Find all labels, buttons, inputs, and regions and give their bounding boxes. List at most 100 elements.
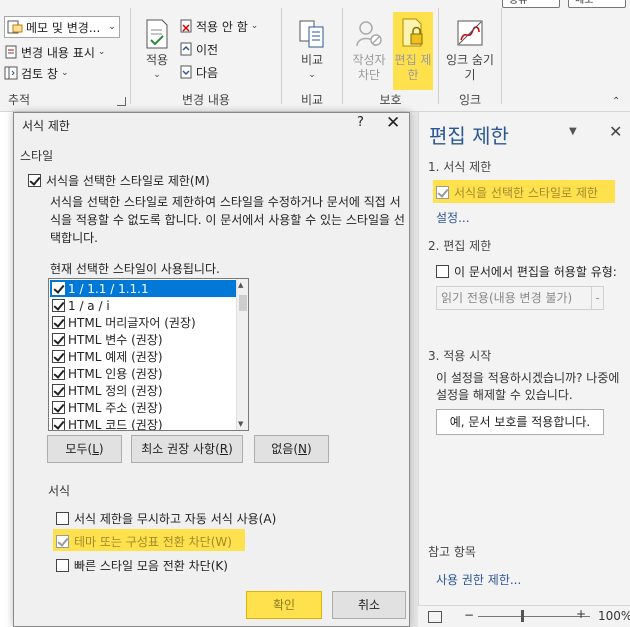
- chevron-down-icon: ⌄: [108, 22, 116, 32]
- markup-display-combo[interactable]: 메모 및 변경... ⌄: [4, 16, 120, 38]
- block-quick-style-checkbox[interactable]: 빠른 스타일 모음 전환 차단(K): [56, 557, 228, 574]
- show-markup-button[interactable]: 변경 내용 표시 ⌄: [4, 42, 105, 62]
- reject-button[interactable]: 적용 안 함 ⌄: [179, 16, 258, 36]
- recommended-minimum-button[interactable]: 최소 권장 사항(R): [131, 435, 243, 463]
- scroll-thumb[interactable]: [239, 295, 247, 311]
- style-name: HTML 주소 (권장): [68, 401, 163, 415]
- dialog-title: 서식 제한: [22, 119, 70, 133]
- restrict-editing-pane: 편집 제한 ▼ ✕ 1. 서식 제한 서식을 선택한 스타일로 제한 설정...…: [418, 112, 630, 605]
- dialog-launcher-icon[interactable]: [117, 97, 126, 106]
- pane-section-formatting: 1. 서식 제한: [428, 160, 492, 174]
- all-button-label: 모두: [65, 442, 88, 456]
- style-name: HTML 인용 (권장): [68, 367, 163, 381]
- close-icon[interactable]: ✕: [386, 113, 400, 133]
- checkbox-checked-icon: [436, 186, 449, 199]
- restrict-permission-link[interactable]: 사용 권한 제한...: [436, 571, 521, 588]
- chevron-down-icon: ⌄: [97, 47, 106, 57]
- style-name: HTML 정의 (권장): [68, 384, 163, 398]
- limit-formatting-checkbox[interactable]: 서식을 선택한 스타일로 제한(M): [28, 172, 210, 189]
- pane-title: 편집 제한: [429, 124, 509, 148]
- block-theme-switch-label: 테마 또는 구성표 전환 차단(W): [74, 535, 232, 549]
- compare-button[interactable]: 비교 ⌄: [290, 14, 334, 83]
- settings-link[interactable]: 설정...: [436, 209, 470, 226]
- styles-scrollbar[interactable]: ▲ ▼: [236, 279, 248, 430]
- restrict-editing-label: 편집 제한: [394, 53, 432, 82]
- review-pane-icon: [4, 66, 18, 80]
- block-authors-label: 작성자 차단: [352, 53, 386, 82]
- style-list-item[interactable]: 1 / a / i: [50, 297, 236, 314]
- zoom-out-button[interactable]: −: [464, 608, 474, 622]
- style-name: HTML 코드 (권장): [68, 418, 163, 431]
- changes-group: 적용 ⌄ 적용 안 함 ⌄ 이전 다음 변경 내용: [131, 0, 281, 111]
- close-icon[interactable]: ✕: [609, 122, 622, 141]
- restrict-editing-button[interactable]: 편집 제한: [393, 12, 433, 90]
- allow-editing-checkbox[interactable]: 이 문서에서 편집을 허용할 유형:: [436, 263, 617, 280]
- chevron-down-icon: -: [591, 287, 603, 309]
- hide-ink-button[interactable]: 잉크 숨기기: [445, 14, 495, 83]
- style-list-item[interactable]: HTML 변수 (권장): [50, 331, 236, 348]
- focus-mode-icon[interactable]: [428, 611, 442, 623]
- show-markup-label: 변경 내용 표시: [21, 45, 95, 60]
- pane-options-icon[interactable]: ▼: [569, 126, 577, 137]
- reject-icon: [180, 19, 192, 33]
- style-name: 1 / a / i: [68, 298, 110, 313]
- block-authors-button[interactable]: 작성자 차단: [347, 14, 391, 83]
- compare-group-label: 비교: [300, 93, 324, 107]
- changes-group-label: 변경 내용: [182, 93, 230, 107]
- editing-type-select[interactable]: 읽기 전용(내용 변경 불가) -: [436, 286, 604, 310]
- styles-sublabel: 현재 선택한 스타일이 사용됩니다.: [50, 262, 220, 276]
- restrict-editing-icon: [402, 18, 423, 47]
- none-button[interactable]: 없음(N): [254, 435, 329, 463]
- protect-group: 작성자 차단 편집 제한 보호: [343, 0, 438, 111]
- zoom-level[interactable]: 100%: [598, 609, 630, 623]
- hide-ink-label: 잉크 숨기기: [446, 53, 494, 82]
- styles-listbox[interactable]: 1 / 1.1 / 1.1.1 1 / a / i HTML 머리글자어 (권장…: [48, 278, 249, 431]
- style-list-item[interactable]: 1 / 1.1 / 1.1.1: [50, 280, 236, 297]
- start-description-line: 설정을 해제할 수 있습니다.: [436, 388, 573, 402]
- style-list-item[interactable]: HTML 예제 (권장): [50, 348, 236, 365]
- start-description-line: 이 설정을 적용하시겠습니까? 나중에: [436, 371, 620, 385]
- share-button[interactable]: 공유: [502, 0, 560, 8]
- style-list-item[interactable]: HTML 주소 (권장): [50, 399, 236, 416]
- accept-icon: [146, 19, 168, 49]
- cancel-button[interactable]: 취소: [332, 591, 406, 619]
- scroll-down-icon[interactable]: ▼: [238, 420, 243, 428]
- pane-section-editing: 2. 편집 제한: [428, 239, 492, 253]
- style-name: 1 / 1.1 / 1.1.1: [68, 281, 149, 296]
- style-list-item[interactable]: HTML 머리글자어 (권장): [50, 314, 236, 331]
- block-theme-switch-checkbox[interactable]: 테마 또는 구성표 전환 차단(W): [56, 533, 232, 550]
- accept-button[interactable]: 적용 ⌄: [135, 14, 179, 83]
- pane-section-start: 3. 적용 시작: [428, 349, 492, 363]
- style-list-item[interactable]: HTML 코드 (권장): [50, 416, 236, 431]
- help-icon[interactable]: ?: [357, 115, 364, 130]
- allow-editing-label: 이 문서에서 편집을 허용할 유형:: [454, 265, 617, 279]
- formatting-restrictions-dialog: 서식 제한 ? ✕ 스타일 서식을 선택한 스타일로 제한(M) 서식을 선택한…: [13, 112, 410, 627]
- apply-protection-button[interactable]: 예, 문서 보호를 적용합니다.: [436, 409, 604, 435]
- next-label: 다음: [196, 65, 219, 80]
- limit-formatting-checkbox[interactable]: 서식을 선택한 스타일로 제한: [436, 184, 598, 201]
- style-name: HTML 변수 (권장): [68, 333, 163, 347]
- chevron-down-icon: ⌄: [60, 68, 69, 78]
- reject-label: 적용 안 함: [196, 19, 248, 34]
- all-button[interactable]: 모두(L): [47, 435, 122, 463]
- comments-button[interactable]: 메모: [568, 0, 626, 8]
- style-list-item[interactable]: HTML 인용 (권장): [50, 365, 236, 382]
- zoom-slider-thumb[interactable]: [521, 610, 524, 622]
- ribbon-separator: [501, 8, 502, 104]
- zoom-in-button[interactable]: +: [576, 607, 586, 621]
- next-change-button[interactable]: 다음: [179, 62, 218, 82]
- previous-change-button[interactable]: 이전: [179, 39, 218, 59]
- ink-group: 잉크 숨기기 잉크: [439, 0, 501, 111]
- review-pane-button[interactable]: 검토 창 ⌄: [4, 63, 68, 83]
- scroll-up-icon[interactable]: ▲: [238, 281, 243, 289]
- allow-autoformat-checkbox[interactable]: 서식 제한을 무시하고 자동 서식 사용(A): [56, 510, 276, 527]
- style-name: HTML 머리글자어 (권장): [68, 316, 196, 330]
- chevron-down-icon: ⌄: [308, 70, 316, 80]
- collapse-ribbon-icon[interactable]: ⌃: [612, 96, 620, 107]
- status-bar: − + 100%: [418, 605, 630, 627]
- styles-section-label: 스타일: [20, 149, 54, 163]
- checkbox-checked-icon: [52, 367, 65, 380]
- ok-button[interactable]: 확인: [246, 591, 322, 619]
- zoom-slider[interactable]: [478, 616, 590, 617]
- style-list-item[interactable]: HTML 정의 (권장): [50, 382, 236, 399]
